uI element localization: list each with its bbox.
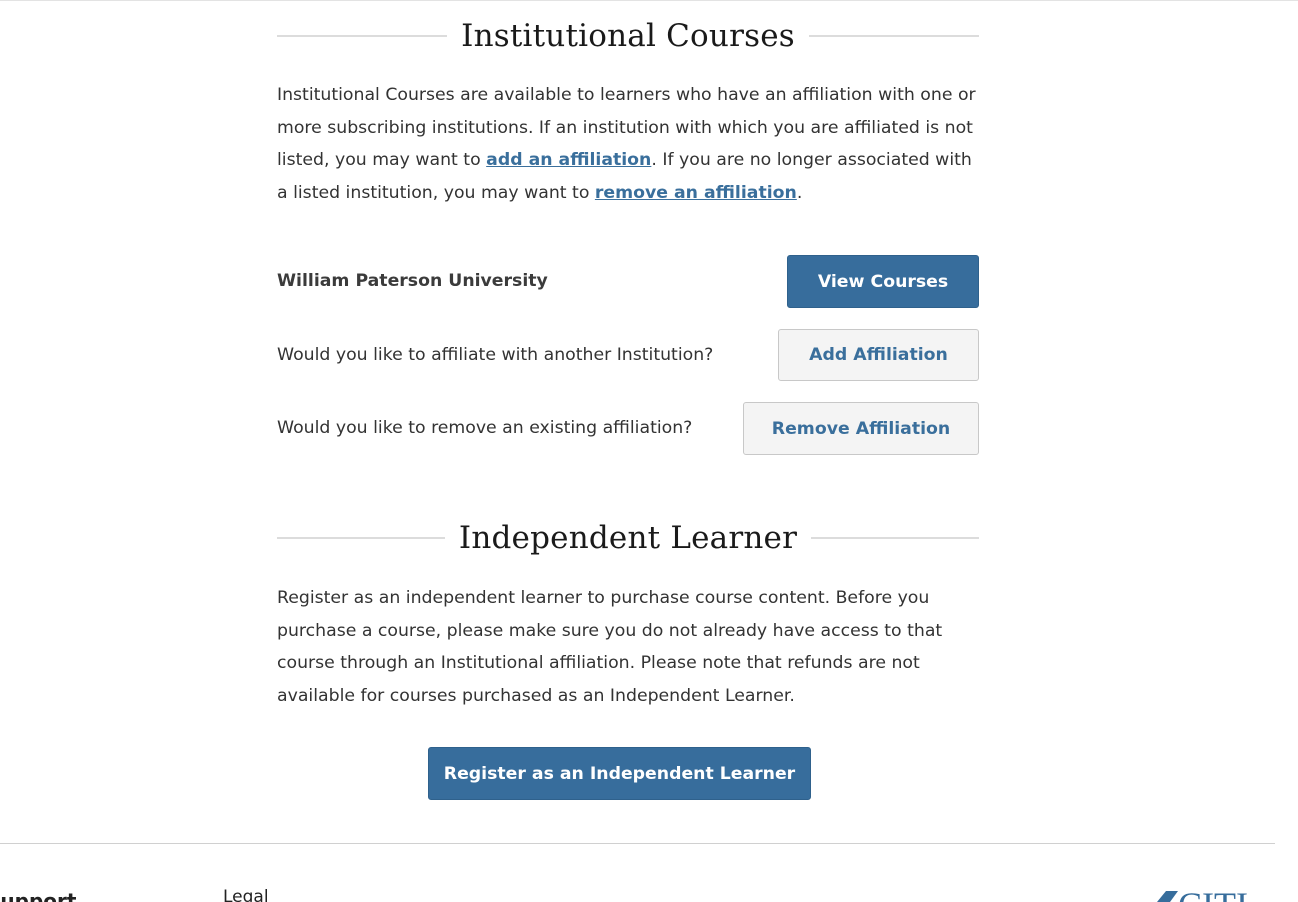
heading-rule-right (808, 35, 980, 37)
register-independent-learner-button[interactable]: Register as an Independent Learner (428, 747, 811, 800)
footer-legal-heading[interactable]: Legal (223, 887, 269, 902)
remove-affiliation-question: Would you like to remove an existing aff… (277, 418, 693, 438)
add-affiliation-button[interactable]: Add Affiliation (778, 329, 979, 381)
heading-rule-left (277, 35, 448, 37)
institutional-courses-title: Institutional Courses (461, 18, 795, 54)
footer-support-heading[interactable]: Support (0, 889, 76, 902)
institutional-courses-intro: Institutional Courses are available to l… (277, 79, 982, 210)
independent-learner-title: Independent Learner (458, 520, 798, 556)
heading-rule-left (277, 537, 445, 539)
heading-rule-right (811, 537, 979, 539)
remove-affiliation-button[interactable]: Remove Affiliation (743, 402, 979, 455)
intro-text-3: . (796, 183, 803, 204)
top-divider (0, 0, 1298, 1)
footer-divider (0, 843, 1275, 844)
citi-logo-text: CITI (1178, 885, 1248, 902)
add-affiliation-question: Would you like to affiliate with another… (277, 345, 714, 365)
citi-logo-icon[interactable]: CITI (1148, 885, 1278, 902)
remove-affiliation-link[interactable]: remove an affiliation (595, 183, 797, 203)
institution-name: William Paterson University (277, 271, 548, 291)
view-courses-button[interactable]: View Courses (787, 255, 979, 308)
independent-learner-heading: Independent Learner (277, 516, 979, 560)
add-affiliation-link[interactable]: add an affiliation (486, 150, 651, 170)
independent-learner-description: Register as an independent learner to pu… (277, 588, 943, 707)
institutional-courses-heading: Institutional Courses (277, 14, 980, 58)
